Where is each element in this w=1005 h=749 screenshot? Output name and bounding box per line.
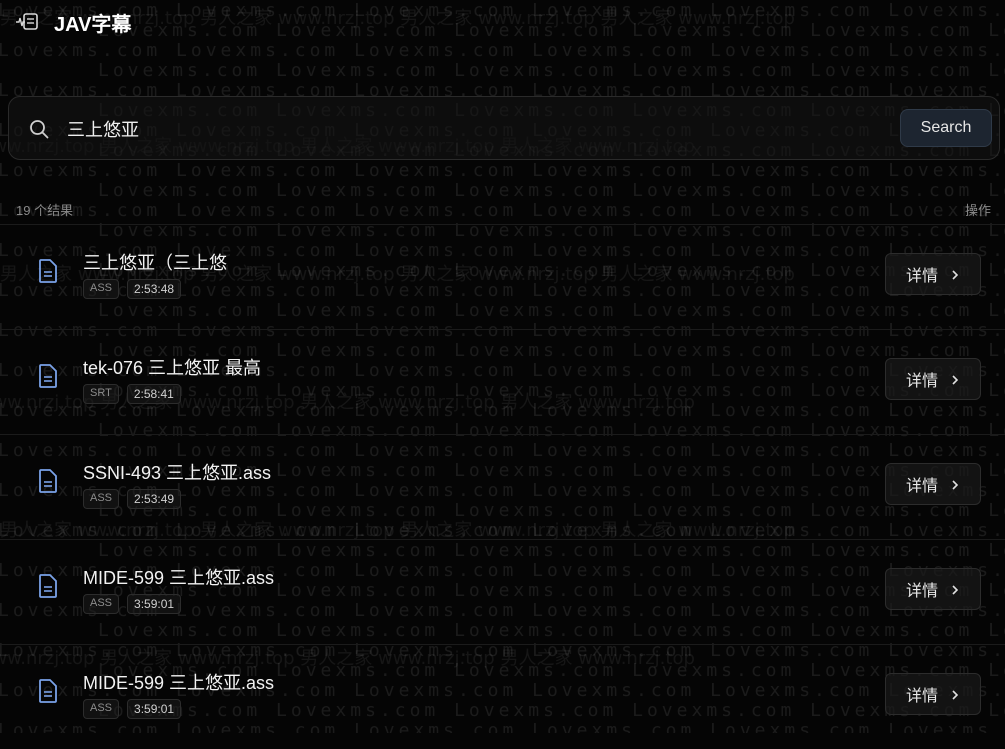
result-title[interactable]: MIDE-599 三上悠亚.ass bbox=[83, 564, 274, 590]
duration-badge: 2:58:41 bbox=[126, 384, 181, 404]
result-title[interactable]: SSNI-493 三上悠亚.ass bbox=[83, 459, 271, 485]
list-item: SSNI-493 三上悠亚.ass ASS 2:53:49 详情 bbox=[0, 434, 1005, 539]
detail-button-label: 详情 bbox=[905, 478, 938, 495]
results-meta: 19 个结果 操作 bbox=[16, 200, 991, 218]
detail-button[interactable]: 详情 bbox=[885, 463, 981, 505]
result-tags: ASS 2:53:48 bbox=[83, 279, 182, 299]
result-tags: SRT 2:58:41 bbox=[83, 384, 181, 404]
list-item: MIDE-599 三上悠亚.ass ASS 3:59:01 详情 bbox=[0, 539, 1005, 644]
list-item: 三上悠亚（三上悠 ASS 2:53:48 详情 bbox=[0, 224, 1005, 329]
app-title[interactable]: JAV字幕 bbox=[54, 8, 131, 37]
format-badge: ASS bbox=[83, 699, 120, 719]
detail-button[interactable]: 详情 bbox=[885, 253, 981, 295]
app-logo-icon[interactable] bbox=[16, 11, 38, 33]
search-bar: Search bbox=[8, 96, 1000, 160]
detail-button-label: 详情 bbox=[905, 583, 938, 600]
format-badge: ASS bbox=[83, 594, 120, 614]
chevron-right-icon bbox=[950, 583, 960, 595]
chevron-right-icon bbox=[950, 688, 960, 700]
detail-button[interactable]: 详情 bbox=[885, 568, 981, 610]
list-item: MIDE-599 三上悠亚.ass ASS 3:59:01 详情 bbox=[0, 644, 1005, 749]
document-icon bbox=[38, 364, 58, 388]
result-tags: ASS 2:53:49 bbox=[83, 489, 182, 509]
search-icon bbox=[29, 119, 49, 139]
actions-header: 操作 bbox=[964, 203, 991, 218]
document-icon bbox=[38, 679, 58, 703]
search-button[interactable]: Search bbox=[900, 109, 992, 147]
result-tags: ASS 3:59:01 bbox=[83, 699, 182, 719]
list-item: tek-076 三上悠亚 最高 SRT 2:58:41 详情 bbox=[0, 329, 1005, 434]
format-badge: ASS bbox=[83, 279, 120, 299]
top-bar: JAV字幕 bbox=[0, 0, 1005, 44]
document-icon bbox=[38, 259, 58, 283]
result-tags: ASS 3:59:01 bbox=[83, 594, 182, 614]
duration-badge: 2:53:48 bbox=[127, 279, 182, 299]
duration-badge: 2:53:49 bbox=[127, 489, 182, 509]
result-title[interactable]: tek-076 三上悠亚 最高 bbox=[83, 354, 261, 380]
detail-button[interactable]: 详情 bbox=[885, 358, 981, 400]
results-list: 三上悠亚（三上悠 ASS 2:53:48 详情 tek-076 三上悠亚 最高 … bbox=[0, 224, 1005, 749]
detail-button-label: 详情 bbox=[905, 268, 938, 285]
result-count: 19 个结果 bbox=[16, 203, 74, 218]
detail-button-label: 详情 bbox=[905, 373, 938, 390]
format-badge: ASS bbox=[83, 489, 120, 509]
search-input[interactable] bbox=[65, 113, 889, 145]
result-title[interactable]: MIDE-599 三上悠亚.ass bbox=[83, 669, 274, 695]
detail-button-label: 详情 bbox=[905, 688, 938, 705]
app: JAV字幕 Search 19 个结果 操作 三上悠亚（三上悠 ASS 2:53… bbox=[0, 0, 1005, 733]
result-title[interactable]: 三上悠亚（三上悠 bbox=[83, 249, 227, 275]
format-badge: SRT bbox=[83, 384, 119, 404]
duration-badge: 3:59:01 bbox=[127, 699, 182, 719]
document-icon bbox=[38, 469, 58, 493]
chevron-right-icon bbox=[950, 478, 960, 490]
duration-badge: 3:59:01 bbox=[127, 594, 182, 614]
chevron-right-icon bbox=[950, 268, 960, 280]
chevron-right-icon bbox=[950, 373, 960, 385]
detail-button[interactable]: 详情 bbox=[885, 673, 981, 715]
document-icon bbox=[38, 574, 58, 598]
